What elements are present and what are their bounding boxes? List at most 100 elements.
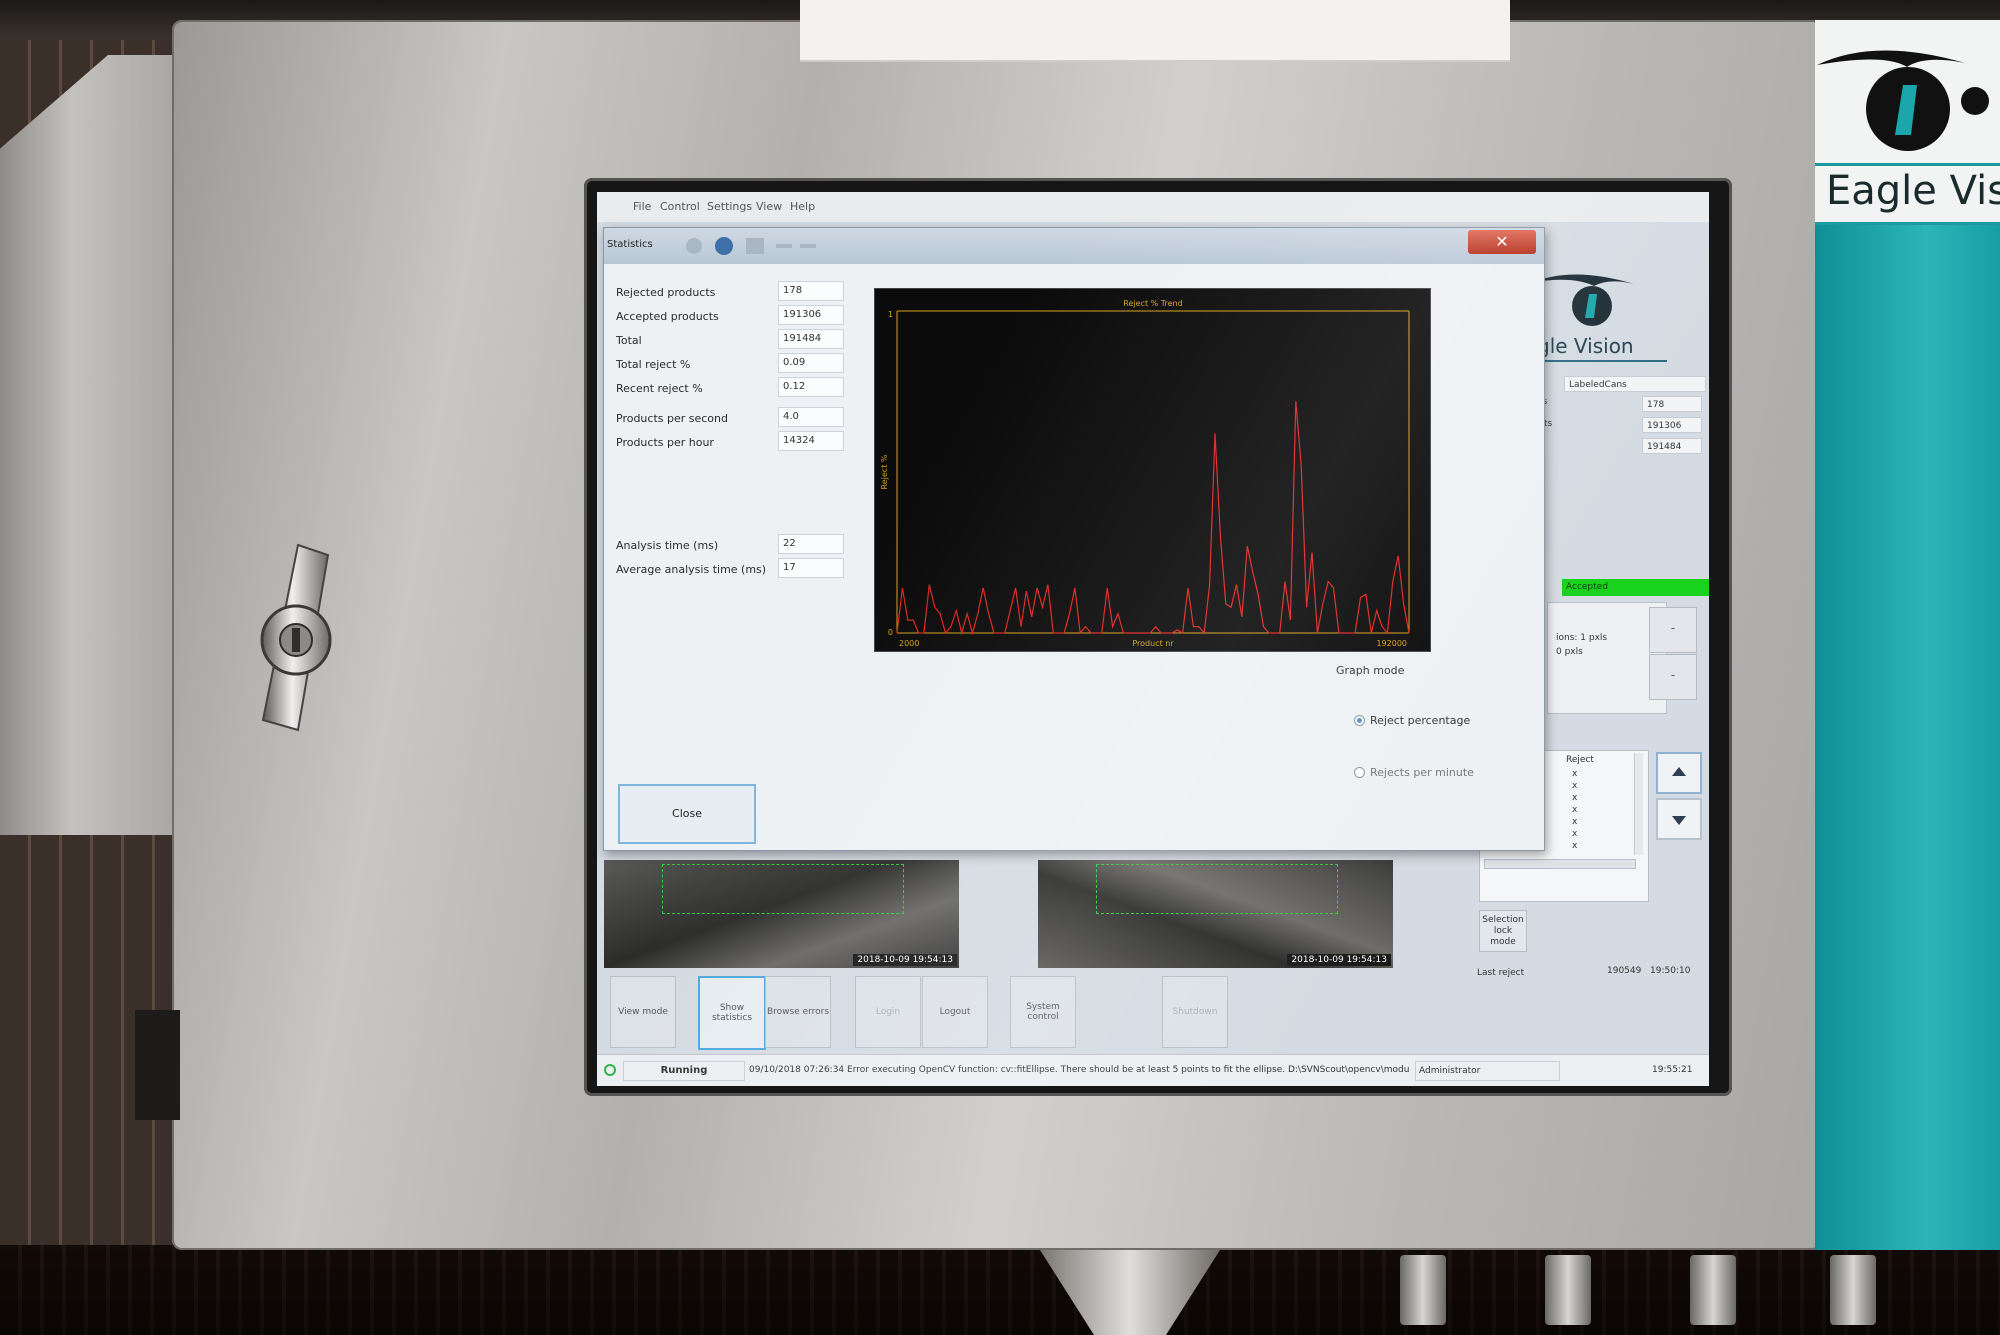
browse-errors-button[interactable]: Browse errors xyxy=(765,976,831,1048)
status-indicator-icon xyxy=(604,1064,616,1076)
divider xyxy=(1815,163,2000,166)
total-count: 191484 xyxy=(1642,438,1702,454)
stat-label: Rejected products xyxy=(616,286,716,299)
horizontal-scrollbar[interactable] xyxy=(1484,859,1636,869)
stat-label: Average analysis time (ms) xyxy=(616,563,767,576)
camera-timestamp: 2018-10-09 19:54:13 xyxy=(853,954,957,966)
chart-title: Reject % Trend xyxy=(1123,299,1182,308)
close-icon[interactable]: ✕ xyxy=(1468,230,1536,254)
stat-value: 191484 xyxy=(778,329,844,349)
reject-trend-chart: Reject % Trend Product nr Reject % 0 1 2000 19… xyxy=(874,288,1431,652)
stat-value: 17 xyxy=(778,558,844,578)
roi-rectangle xyxy=(1096,864,1338,914)
last-reject-number: 190549 xyxy=(1607,966,1642,976)
last-reject-label: Last reject xyxy=(1477,968,1525,978)
pipe-fitting xyxy=(1830,1255,1876,1325)
dialog-title-bar[interactable]: Statistics ✕ xyxy=(604,228,1544,264)
enclosure-side-panel xyxy=(0,55,180,835)
camera-view-2[interactable]: 2018-10-09 19:54:13 xyxy=(1038,860,1393,968)
x-tick-label: 2000 xyxy=(899,639,919,648)
stat-label: Products per second xyxy=(616,412,728,425)
eagle-eye-logo-icon xyxy=(1817,50,1989,151)
brand-panel-teal xyxy=(1815,225,2000,1250)
reject-column-header[interactable]: Reject xyxy=(1566,755,1594,765)
stat-value: 22 xyxy=(778,534,844,554)
y-tick-label: 1 xyxy=(888,310,893,319)
shutdown-button[interactable]: Shutdown xyxy=(1162,976,1228,1048)
result-status-bar: Accepted xyxy=(1562,579,1709,596)
selection-lock-button[interactable]: Selection lock mode xyxy=(1479,910,1527,952)
paper-strip xyxy=(800,0,1510,62)
rejected-count: 178 xyxy=(1642,396,1702,412)
system-control-button[interactable]: System control xyxy=(1010,976,1076,1048)
triangle-up-icon xyxy=(1672,767,1686,776)
stat-label: Analysis time (ms) xyxy=(616,539,719,552)
camera-view-1[interactable]: 2018-10-09 19:54:13 xyxy=(604,860,959,968)
touch-screen: File Control Settings View Help gle Visi… xyxy=(597,192,1709,1086)
show-statistics-button[interactable]: Show statistics xyxy=(698,976,766,1050)
menu-view[interactable]: View xyxy=(756,200,782,213)
reject-trend-line xyxy=(896,401,1410,636)
y-axis-label: Reject % xyxy=(880,454,889,489)
reject-mark: x xyxy=(1572,781,1578,791)
radio-unselected-icon[interactable] xyxy=(1354,767,1365,778)
info-line: 0 pxls xyxy=(1556,647,1583,657)
radio-label: Reject percentage xyxy=(1370,714,1471,727)
statistics-dialog: Statistics ✕ Rejected products 178 Accep… xyxy=(603,227,1545,851)
app-logo-text: gle Vision xyxy=(1537,334,1634,358)
decrement-button[interactable]: - xyxy=(1649,654,1697,700)
y-tick-label: 0 xyxy=(888,628,893,637)
view-mode-button[interactable]: View mode xyxy=(610,976,676,1048)
x-tick-label: 192000 xyxy=(1376,639,1407,648)
radio-rejects-per-minute[interactable]: Rejects per minute xyxy=(1354,766,1474,779)
logout-button[interactable]: Logout xyxy=(922,976,988,1048)
stat-label: Total xyxy=(616,334,642,347)
login-button[interactable]: Login xyxy=(855,976,921,1048)
reject-mark: x xyxy=(1572,817,1578,827)
vertical-scrollbar[interactable] xyxy=(1634,753,1643,855)
stat-value: 178 xyxy=(778,281,844,301)
reject-mark: x xyxy=(1572,769,1578,779)
menu-bar: File Control Settings View Help xyxy=(597,192,1709,222)
reject-mark: x xyxy=(1572,793,1578,803)
stat-label: Recent reject % xyxy=(616,382,703,395)
status-message: 09/10/2018 07:26:34 Error executing Open… xyxy=(749,1065,1409,1075)
stat-value: 4.0 xyxy=(778,407,844,427)
status-bar: Running 09/10/2018 07:26:34 Error execut… xyxy=(597,1054,1709,1086)
triangle-down-icon xyxy=(1672,816,1686,825)
radio-selected-icon[interactable] xyxy=(1354,715,1365,726)
pipe-fitting xyxy=(1400,1255,1446,1325)
roi-rectangle xyxy=(662,864,904,914)
title-bar-icons xyxy=(686,237,816,255)
door-latch[interactable] xyxy=(228,540,368,740)
menu-help[interactable]: Help xyxy=(790,200,815,213)
scroll-up-button[interactable] xyxy=(1656,752,1702,794)
divider xyxy=(1815,222,2000,225)
close-button[interactable]: Close xyxy=(618,784,756,844)
x-axis-label: Product nr xyxy=(1132,639,1174,648)
pipe-fitting xyxy=(1690,1255,1736,1325)
menu-file[interactable]: File xyxy=(633,200,651,213)
last-reject-time: 19:50:10 xyxy=(1650,966,1691,976)
run-state: Running xyxy=(623,1061,745,1081)
stat-label: Total reject % xyxy=(616,358,691,371)
dialog-title: Statistics xyxy=(607,239,653,250)
radio-reject-percentage[interactable]: Reject percentage xyxy=(1354,714,1470,727)
app-logo-icon xyxy=(1534,274,1634,326)
pipe-fitting xyxy=(1545,1255,1591,1325)
stat-value: 14324 xyxy=(778,431,844,451)
reject-mark: x xyxy=(1572,829,1578,839)
increment-button[interactable]: - xyxy=(1649,607,1697,653)
stat-value: 0.12 xyxy=(778,377,844,397)
stat-label: Products per hour xyxy=(616,436,714,449)
scroll-down-button[interactable] xyxy=(1656,798,1702,840)
brand-name: Eagle Visi xyxy=(1826,168,2000,214)
recipe-field[interactable]: LabeledCans xyxy=(1564,376,1706,392)
graph-mode-label: Graph mode xyxy=(1336,664,1405,677)
accepted-count: 191306 xyxy=(1642,417,1702,433)
stat-label: Accepted products xyxy=(616,310,719,323)
menu-control[interactable]: Control xyxy=(660,200,700,213)
menu-settings[interactable]: Settings xyxy=(707,200,752,213)
stat-value: 191306 xyxy=(778,305,844,325)
reject-mark: x xyxy=(1572,805,1578,815)
